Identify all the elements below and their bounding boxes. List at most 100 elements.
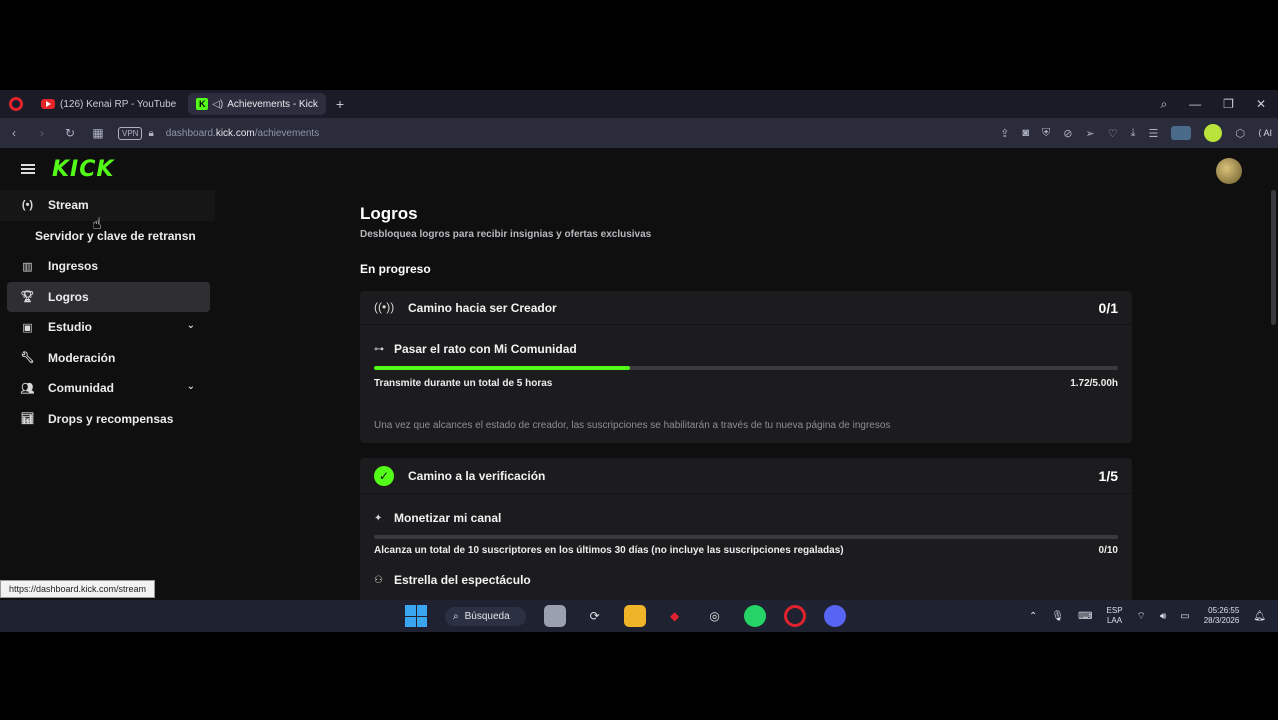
speaker-icon[interactable]: ◁) — [212, 99, 223, 110]
language-indicator[interactable]: ESP LAA — [1107, 606, 1123, 626]
lang-bottom: LAA — [1106, 616, 1123, 625]
card-header: ✓ Camino a la verificación 1/5 — [360, 458, 1132, 494]
achievements-main: Logros Desbloquea logros para recibir in… — [360, 190, 1132, 600]
vpn-badge[interactable]: VPN — [118, 126, 143, 140]
taskbar-search[interactable]: ⌕ Búsqueda — [445, 606, 526, 626]
ai-button[interactable]: ⟨ AI — [1258, 128, 1272, 139]
extension-icon[interactable] — [1204, 124, 1223, 142]
card-count: 0/1 — [1098, 300, 1118, 316]
achievement-card-creator: ((•)) Camino hacia ser Creador 0/1 ⊶ Pas… — [360, 291, 1132, 443]
send-icon[interactable]: ➢ — [1086, 127, 1095, 140]
url-domain: kick.com — [215, 127, 255, 139]
sidebar-item-ingresos[interactable]: ▥ Ingresos — [0, 251, 215, 282]
tab-youtube[interactable]: (126) Kenai RP - YouTube — [33, 93, 184, 115]
progress-bar-fill — [374, 366, 630, 370]
card-title: Camino hacia ser Creador — [408, 301, 557, 315]
battery-icon[interactable]: ▭ — [1180, 611, 1189, 622]
kick-logo[interactable]: KICK — [52, 157, 114, 182]
sync-icon[interactable]: ⟳ — [584, 605, 606, 627]
camera-icon[interactable]: ◙ — [1022, 127, 1029, 139]
opera-taskbar-icon[interactable] — [783, 605, 806, 627]
restore-icon[interactable]: ❐ — [1223, 97, 1234, 111]
url-prefix: dashboard. — [165, 127, 216, 139]
letterbox-top — [0, 0, 1278, 90]
avatar[interactable] — [1216, 158, 1242, 184]
progress-value: 1.72/5.00h — [1070, 378, 1118, 389]
chart-icon: ▥ — [22, 260, 33, 273]
achievement-card-verification: ✓ Camino a la verificación 1/5 ✦ Monetiz… — [360, 458, 1132, 600]
task-view-icon[interactable] — [543, 605, 566, 627]
reload-icon[interactable]: ↻ — [56, 126, 84, 140]
progress-bar — [374, 535, 1118, 539]
heart-icon[interactable]: ♡ — [1108, 127, 1118, 140]
notification-icon[interactable]: 🔔︎ — [1253, 611, 1266, 622]
tracker-icon[interactable]: ⊘ — [1063, 127, 1072, 140]
whatsapp-icon[interactable] — [743, 605, 766, 627]
shield-icon[interactable]: ⛨ — [1042, 127, 1050, 140]
chevron-down-icon[interactable]: ⌄ — [187, 381, 195, 392]
achievement-title: Estrella del espectáculo — [394, 573, 531, 587]
search-icon: ⌕ — [453, 610, 459, 622]
red-app-icon[interactable]: ◆ — [664, 605, 686, 627]
opera-logo-icon[interactable] — [9, 97, 23, 111]
url-field[interactable]: dashboard.kick.com/achievements — [166, 128, 319, 139]
youtube-icon — [41, 99, 55, 109]
grid-icon[interactable]: ▦ — [84, 126, 112, 140]
chevron-down-icon[interactable]: ⌄ — [187, 320, 195, 331]
sidebar-item-label: Estudio — [48, 320, 92, 335]
file-explorer-icon[interactable] — [623, 605, 646, 627]
windows-taskbar: ⌕ Búsqueda ⟳ ◆ ◎ ⌃ 🎙︎ ⌨ ESP LAA ⌔ 🔊︎ ▭ 0… — [0, 600, 1278, 632]
chevron-up-icon[interactable]: ⌃ — [1029, 611, 1037, 622]
sidebar-item-estudio[interactable]: ▣ Estudio ⌄ — [0, 312, 215, 343]
window-controls: ⌕ — ❐ ✕ — [1160, 90, 1266, 118]
sidebar-item-stream-key[interactable]: Servidor y clave de retransn — [0, 221, 215, 252]
wifi-icon[interactable]: ⌔ — [1137, 610, 1146, 623]
sidebar-item-logros[interactable]: 🏆︎ Logros — [7, 281, 210, 312]
address-bar: ‹ › ↻ ▦ VPN 🔒︎ dashboard.kick.com/achiev… — [0, 118, 1278, 148]
trophy-icon: 🏆︎ — [20, 291, 35, 304]
progress-label: Alcanza un total de 10 suscriptores en l… — [374, 545, 844, 556]
clock[interactable]: 05:26:55 28/3/2026 — [1204, 606, 1240, 626]
share-icon[interactable]: ⇪ — [1000, 127, 1009, 140]
extension-avatar-icon[interactable] — [1171, 126, 1192, 140]
hamburger-menu-icon[interactable] — [21, 164, 35, 174]
tab-label: Achievements - Kick — [227, 98, 318, 110]
forward-icon[interactable]: › — [28, 126, 56, 140]
lock-icon[interactable]: 🔒︎ — [148, 128, 153, 139]
keyboard-icon[interactable]: ⌨ — [1078, 611, 1092, 622]
search-tabs-icon[interactable]: ⌕ — [1160, 97, 1167, 112]
sidebar-item-stream[interactable]: (•) Stream — [0, 190, 215, 221]
download-icon[interactable]: ⤓ — [1131, 127, 1136, 140]
verified-badge-icon: ✓ — [374, 466, 394, 486]
steam-icon[interactable]: ◎ — [704, 605, 726, 627]
menu-icon[interactable]: ☰ — [1148, 127, 1158, 140]
back-icon[interactable]: ‹ — [0, 126, 28, 140]
tab-achievements[interactable]: K ◁) Achievements - Kick — [188, 93, 326, 115]
url-path: /achievements — [254, 127, 320, 139]
sidebar-item-label: Logros — [48, 289, 89, 304]
card-count: 1/5 — [1098, 468, 1118, 484]
page-scrollbar[interactable] — [1271, 190, 1276, 325]
people-icon: 👥︎ — [20, 382, 35, 395]
mic-icon[interactable]: 🎙︎ — [1051, 611, 1064, 622]
card-note: Una vez que alcances el estado de creado… — [374, 420, 891, 431]
taskbar-apps: ⌕ Búsqueda ⟳ ◆ ◎ — [405, 600, 846, 632]
page-subtitle: Desbloquea logros para recibir insignias… — [360, 229, 652, 240]
card-title: Camino a la verificación — [408, 469, 546, 483]
minimize-icon[interactable]: — — [1189, 97, 1201, 111]
close-icon[interactable]: ✕ — [1256, 97, 1266, 111]
sidebar-item-drops[interactable]: 📊︎ Drops y recompensas — [0, 404, 215, 435]
windows-start-icon[interactable] — [405, 605, 427, 627]
new-tab-plus-icon[interactable]: + — [336, 96, 344, 112]
mouse-cursor-icon: ☝ — [92, 216, 102, 233]
cube-icon[interactable]: ⬡ — [1235, 127, 1245, 140]
kick-dashboard-page: KICK (•) Stream Servidor y clave de retr… — [0, 148, 1278, 600]
discord-icon[interactable] — [823, 605, 846, 627]
sidebar-item-comunidad[interactable]: 👥︎ Comunidad ⌄ — [0, 373, 215, 404]
volume-icon[interactable]: 🔊︎ — [1160, 611, 1166, 622]
sidebar-item-moderacion[interactable]: 🔧︎ Moderación — [0, 343, 215, 374]
lang-top: ESP — [1106, 606, 1123, 615]
sidebar-item-label: Moderación — [48, 350, 116, 365]
search-label: Búsqueda — [464, 610, 510, 622]
section-heading: En progreso — [360, 262, 431, 276]
